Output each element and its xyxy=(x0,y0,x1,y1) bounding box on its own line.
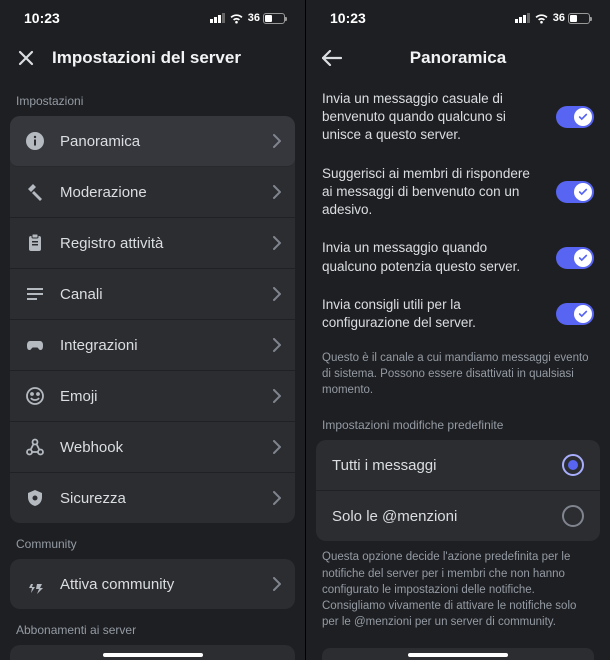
webhook-icon xyxy=(24,436,46,458)
radio-label: Tutti i messaggi xyxy=(332,457,436,474)
chevron-right-icon xyxy=(273,134,281,148)
home-indicator[interactable] xyxy=(408,653,508,657)
toggle-label: Invia consigli utili per la configurazio… xyxy=(322,296,544,332)
radio-all-messages[interactable]: Tutti i messaggi xyxy=(316,440,600,491)
chevron-right-icon xyxy=(273,287,281,301)
cellular-icon xyxy=(515,13,530,23)
toggle-setup-tips: Invia consigli utili per la configurazio… xyxy=(306,286,610,342)
back-button[interactable] xyxy=(320,46,344,70)
community-icon xyxy=(24,573,46,595)
setting-canali[interactable]: Canali xyxy=(10,269,295,320)
page-title: Impostazioni del server xyxy=(52,48,241,68)
toggle-switch[interactable] xyxy=(556,181,594,203)
info-icon xyxy=(24,130,46,152)
toggle-label: Invia un messaggio casuale di benvenuto … xyxy=(322,90,544,145)
row-label: Registro attività xyxy=(60,235,259,252)
status-bar: 10:23 36 xyxy=(0,0,305,36)
overview-content[interactable]: Invia un messaggio casuale di benvenuto … xyxy=(306,80,610,660)
battery-icon: 36 xyxy=(248,12,285,24)
setting-integrazioni[interactable]: Integrazioni xyxy=(10,320,295,371)
section-label-notifications: Impostazioni modifiche predefinite xyxy=(306,402,610,440)
screen-panoramica: 10:23 36 Panoramica Invia un messaggio c… xyxy=(305,0,610,660)
toggle-switch[interactable] xyxy=(556,247,594,269)
section-label-subscriptions: Abbonamenti ai server xyxy=(0,609,305,645)
status-time: 10:23 xyxy=(24,10,60,26)
radio-description: Questa opzione decide l'azione predefini… xyxy=(306,541,610,633)
setting-webhook[interactable]: Webhook xyxy=(10,422,295,473)
section-label-community: Community xyxy=(0,523,305,559)
battery-icon: 36 xyxy=(553,12,590,24)
toggle-label: Suggerisci ai membri di rispondere ai me… xyxy=(322,165,544,220)
row-label: Canali xyxy=(60,286,259,303)
section-label-settings: Impostazioni xyxy=(0,80,305,116)
chevron-right-icon xyxy=(273,185,281,199)
toggle-sticker-suggestion: Suggerisci ai membri di rispondere ai me… xyxy=(306,155,610,230)
emoji-icon xyxy=(24,385,46,407)
status-indicators: 36 xyxy=(515,12,590,24)
toggle-label: Invia un messaggio quando qualcuno poten… xyxy=(322,239,544,275)
channels-icon xyxy=(24,283,46,305)
chevron-right-icon xyxy=(273,338,281,352)
row-label: Emoji xyxy=(60,388,259,405)
status-time: 10:23 xyxy=(330,10,366,26)
close-button[interactable] xyxy=(14,46,38,70)
home-indicator[interactable] xyxy=(103,653,203,657)
shield-icon xyxy=(24,487,46,509)
radio-button xyxy=(562,454,584,476)
toggle-switch[interactable] xyxy=(556,303,594,325)
status-bar: 10:23 36 xyxy=(306,0,610,36)
toggle-welcome-message: Invia un messaggio casuale di benvenuto … xyxy=(306,80,610,155)
row-label: Integrazioni xyxy=(60,337,259,354)
row-label: Moderazione xyxy=(60,184,259,201)
wifi-icon xyxy=(229,13,244,24)
cellular-icon xyxy=(210,13,225,23)
setting-emoji[interactable]: Emoji xyxy=(10,371,295,422)
radio-only-mentions[interactable]: Solo le @menzioni xyxy=(316,491,600,541)
setting-moderazione[interactable]: Moderazione xyxy=(10,167,295,218)
settings-list[interactable]: Impostazioni Panoramica Moderazione Regi… xyxy=(0,80,305,660)
chevron-right-icon xyxy=(273,577,281,591)
toggle-switch[interactable] xyxy=(556,106,594,128)
wifi-icon xyxy=(534,13,549,24)
toggle-boost-message: Invia un messaggio quando qualcuno poten… xyxy=(306,229,610,285)
chevron-right-icon xyxy=(273,440,281,454)
row-label: Webhook xyxy=(60,439,259,456)
clipboard-icon xyxy=(24,232,46,254)
header: Impostazioni del server xyxy=(0,36,305,80)
setting-panoramica[interactable]: Panoramica xyxy=(10,116,295,167)
toggles-description: Questo è il canale a cui mandiamo messag… xyxy=(306,342,610,402)
row-label: Attiva community xyxy=(60,576,259,593)
gamepad-icon xyxy=(24,334,46,356)
header: Panoramica xyxy=(306,36,610,80)
chevron-right-icon xyxy=(273,491,281,505)
status-indicators: 36 xyxy=(210,12,285,24)
page-title: Panoramica xyxy=(306,48,610,68)
setting-sicurezza[interactable]: Sicurezza xyxy=(10,473,295,523)
chevron-right-icon xyxy=(273,389,281,403)
setting-attiva-community[interactable]: Attiva community xyxy=(10,559,295,609)
radio-label: Solo le @menzioni xyxy=(332,508,457,525)
setting-registro[interactable]: Registro attività xyxy=(10,218,295,269)
screen-server-settings: 10:23 36 Impostazioni del server Imposta… xyxy=(0,0,305,660)
row-label: Panoramica xyxy=(60,133,259,150)
chevron-right-icon xyxy=(273,236,281,250)
row-label: Sicurezza xyxy=(60,490,259,507)
radio-button xyxy=(562,505,584,527)
moderation-icon xyxy=(24,181,46,203)
